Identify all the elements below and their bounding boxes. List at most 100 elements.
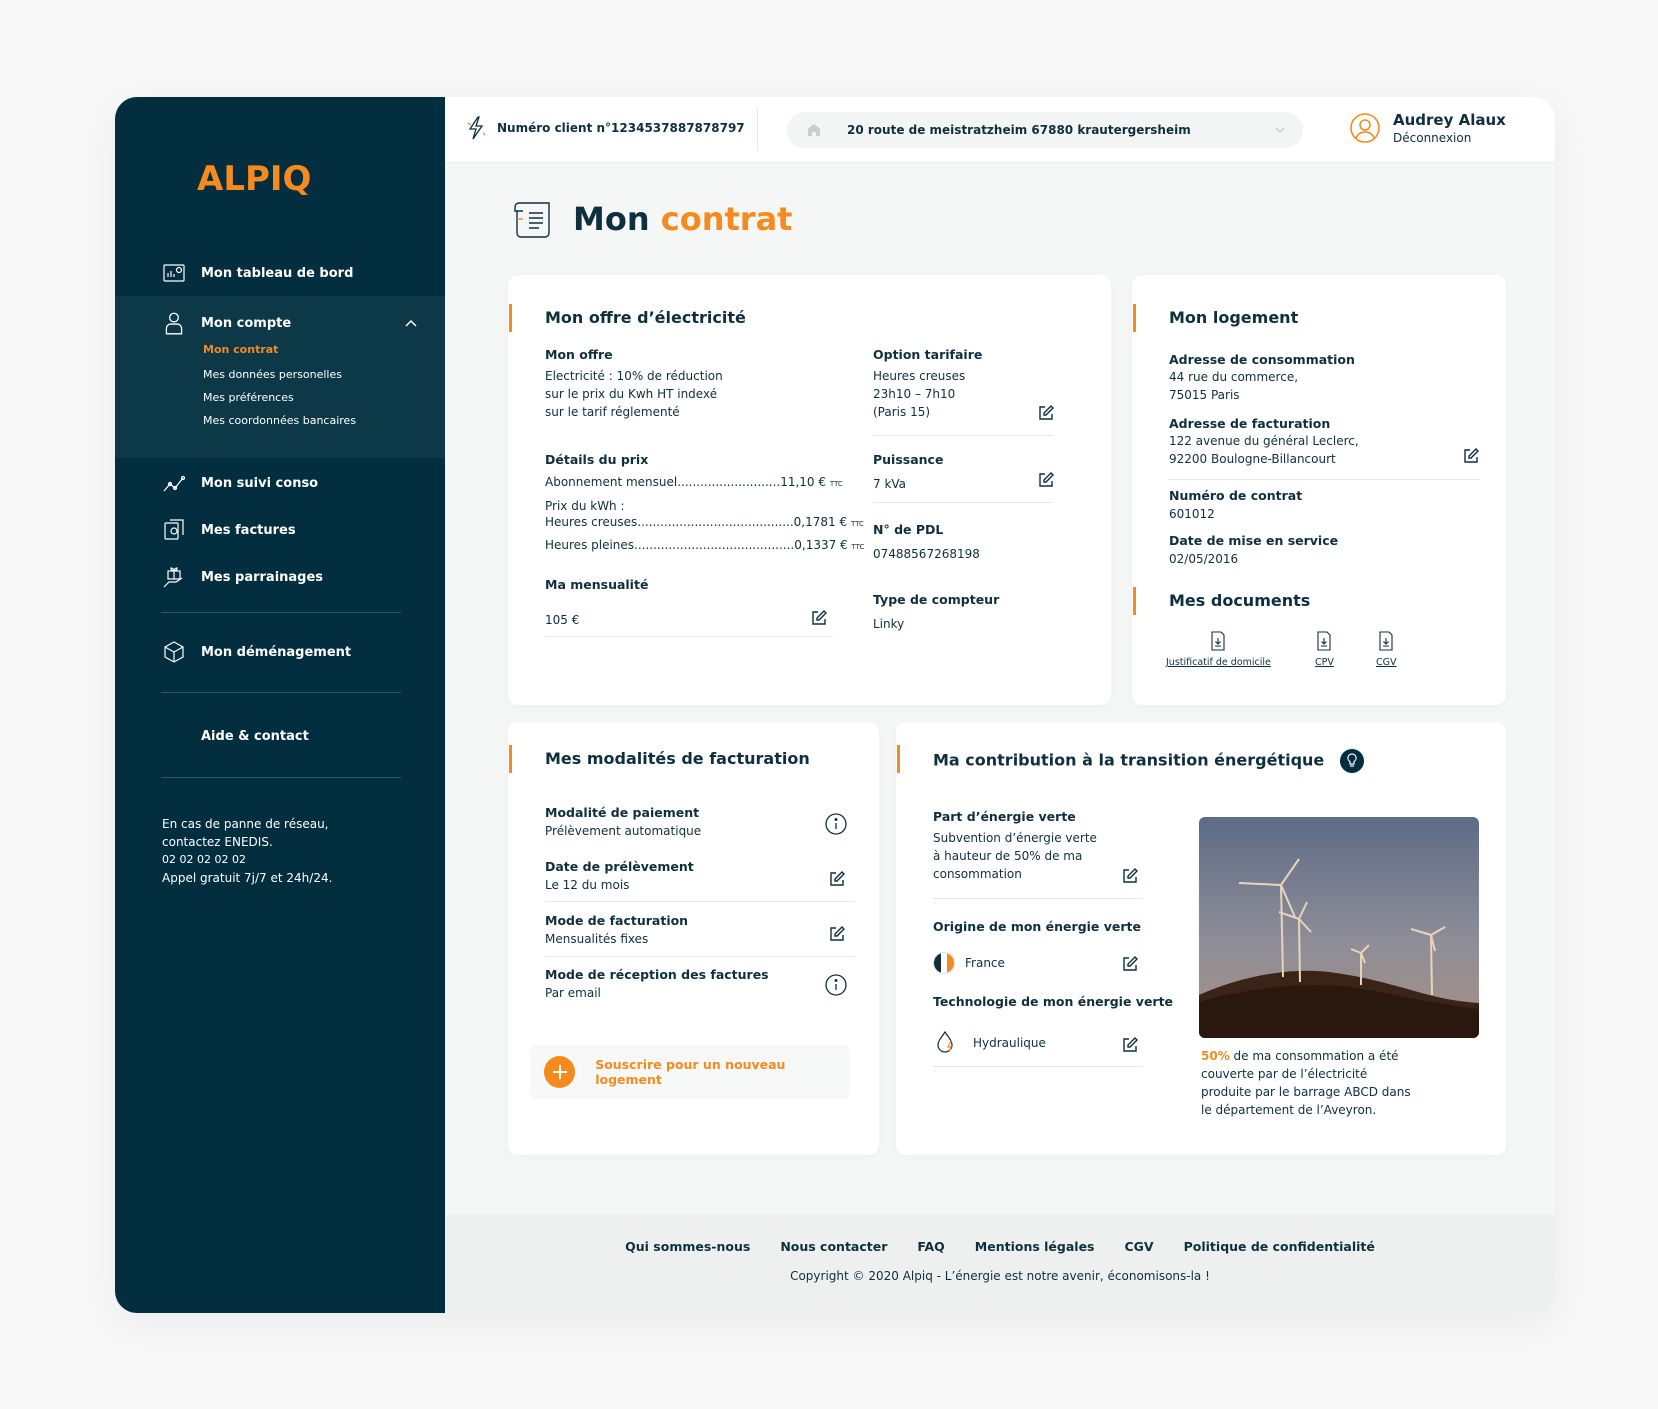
pdl-number: 07488567268198 xyxy=(873,547,980,561)
offer-description: Electricité : 10% de réduction sur le pr… xyxy=(545,369,723,419)
doc-cpv[interactable]: CPV xyxy=(1315,631,1334,668)
energy-technology: Hydraulique xyxy=(933,1029,1046,1057)
peak-price: Heures pleines..........................… xyxy=(545,538,865,552)
debit-date: Le 12 du mois xyxy=(545,878,630,892)
green-energy-share: Subvention d’énergie verte à hauteur de … xyxy=(933,831,1097,881)
gift-icon xyxy=(161,564,187,590)
page-title: Mon contrat xyxy=(573,200,793,238)
billing-address: 122 avenue du général Leclerc, 92200 Bou… xyxy=(1169,434,1359,466)
user-menu: Audrey Alaux Déconnexion xyxy=(1349,111,1506,145)
edit-billing-mode-icon[interactable] xyxy=(828,925,846,943)
sidebar: ALPIQ Mon tableau de bord Mon compte Mon… xyxy=(115,97,445,1313)
monthly-amount: 105 € xyxy=(545,613,580,627)
sidebar-item-account[interactable]: Mon compte xyxy=(161,308,421,338)
documents-title: Mes documents xyxy=(1132,587,1311,615)
document-icon xyxy=(1317,631,1331,651)
enedis-phone[interactable]: 02 02 02 02 02 xyxy=(162,851,402,869)
subscription-price: Abonnement mensuel......................… xyxy=(545,475,843,489)
offer-card: Mon offre d’électricité Mon offre Electr… xyxy=(508,275,1111,705)
account-menu: Mon compte Mon contrat Mes données perso… xyxy=(115,296,445,458)
sidebar-item-help[interactable]: Aide & contact xyxy=(115,716,445,756)
sidebar-item-moving[interactable]: Mon déménagement xyxy=(115,632,445,672)
water-drop-icon xyxy=(937,1030,953,1053)
contribution-statement: 50% de ma consommation a été couverte pa… xyxy=(1201,1049,1411,1117)
sidebar-item-dashboard[interactable]: Mon tableau de bord xyxy=(115,253,445,293)
footer-link-legal[interactable]: Mentions légales xyxy=(975,1239,1095,1254)
sidebar-subitem-bank-details[interactable]: Mes coordonnées bancaires xyxy=(203,414,356,427)
user-icon xyxy=(161,310,187,336)
chart-line-icon xyxy=(161,470,187,496)
address-select[interactable]: 20 route de meistratzheim 67880 krauterg… xyxy=(787,112,1303,148)
contract-number: 601012 xyxy=(1169,507,1215,521)
alpiq-logo[interactable]: ALPIQ xyxy=(197,159,311,199)
power-value: 7 kVa xyxy=(873,477,907,491)
doc-proof-of-address[interactable]: Justificatif de domicile xyxy=(1166,631,1271,668)
info-icon[interactable] xyxy=(825,813,847,835)
wind-turbines-photo xyxy=(1199,817,1479,1038)
footer-link-contact[interactable]: Nous contacter xyxy=(780,1239,887,1254)
dashboard-icon xyxy=(161,260,187,286)
page-header: Mon contrat xyxy=(509,199,792,239)
user-avatar-icon[interactable] xyxy=(1349,112,1381,144)
contribution-card: Ma contribution à la transition énergéti… xyxy=(896,722,1506,1155)
sidebar-item-label: Mes parrainages xyxy=(201,569,324,585)
footer-link-faq[interactable]: FAQ xyxy=(917,1239,944,1254)
edit-power-icon[interactable] xyxy=(1037,471,1055,489)
housing-card-title: Mon logement xyxy=(1132,304,1299,332)
selected-address: 20 route de meistratzheim 67880 krauterg… xyxy=(847,123,1191,137)
housing-card: Mon logement Adresse de consommation 44 … xyxy=(1132,275,1506,705)
sidebar-item-referrals[interactable]: Mes parrainages xyxy=(115,557,445,597)
edit-green-share-icon[interactable] xyxy=(1121,867,1139,885)
logout-link[interactable]: Déconnexion xyxy=(1393,131,1506,145)
sidebar-item-consumption[interactable]: Mon suivi conso xyxy=(115,463,445,503)
invoice-icon xyxy=(161,517,187,543)
edit-tariff-icon[interactable] xyxy=(1037,404,1055,422)
edit-monthly-icon[interactable] xyxy=(810,609,828,627)
main-content: Numéro client n°1234537887878797 20 rout… xyxy=(445,97,1555,1313)
top-bar: Numéro client n°1234537887878797 20 rout… xyxy=(445,97,1555,163)
edit-debit-date-icon[interactable] xyxy=(828,870,846,888)
billing-card: Mes modalités de facturation Modalité de… xyxy=(508,722,879,1155)
sidebar-item-invoices[interactable]: Mes factures xyxy=(115,510,445,550)
client-number: Numéro client n°1234537887878797 xyxy=(465,115,745,141)
billing-mode: Mensualités fixes xyxy=(545,932,649,946)
top-separator xyxy=(757,109,758,151)
contribution-card-title: Ma contribution à la transition énergéti… xyxy=(897,745,1364,773)
doc-cgv[interactable]: CGV xyxy=(1376,631,1397,668)
user-name: Audrey Alaux xyxy=(1393,111,1506,129)
plus-icon xyxy=(544,1056,576,1088)
sidebar-item-label: Mon suivi conso xyxy=(201,475,319,491)
footer-link-privacy[interactable]: Politique de confidentialité xyxy=(1184,1239,1375,1254)
document-icon xyxy=(1379,631,1393,651)
edit-origin-icon[interactable] xyxy=(1121,955,1139,973)
contract-icon xyxy=(514,202,550,238)
sidebar-subitem-contract[interactable]: Mon contrat xyxy=(203,343,278,356)
outage-help-text: En cas de panne de réseau, contactez ENE… xyxy=(162,815,402,887)
off-peak-price: Heures creuses..........................… xyxy=(545,515,864,529)
subscribe-new-home-button[interactable]: Souscrire pour un nouveau logement xyxy=(530,1045,850,1099)
edit-billing-address-icon[interactable] xyxy=(1462,447,1480,465)
chevron-up-icon[interactable] xyxy=(401,313,421,333)
footer-link-about[interactable]: Qui sommes-nous xyxy=(625,1239,750,1254)
sidebar-divider xyxy=(161,612,401,613)
offer-card-title: Mon offre d’électricité xyxy=(509,304,746,332)
app-frame: ALPIQ Mon tableau de bord Mon compte Mon… xyxy=(115,97,1555,1313)
copyright: Copyright © 2020 Alpiq - L’énergie est n… xyxy=(790,1269,1210,1283)
sidebar-divider xyxy=(161,692,401,693)
payment-method: Prélèvement automatique xyxy=(545,824,702,838)
info-icon[interactable] xyxy=(825,974,847,996)
sidebar-item-label: Aide & contact xyxy=(201,728,309,744)
tariff-option: Heures creuses 23h10 – 7h10 (Paris 15) xyxy=(873,369,966,419)
meter-type: Linky xyxy=(873,617,905,631)
footer: Qui sommes-nous Nous contacter FAQ Menti… xyxy=(445,1215,1555,1313)
invoice-reception: Par email xyxy=(545,986,601,1000)
home-icon xyxy=(808,124,820,136)
sidebar-divider xyxy=(161,777,401,778)
sidebar-item-label: Mon déménagement xyxy=(201,644,352,660)
footer-link-cgv[interactable]: CGV xyxy=(1125,1239,1154,1254)
box-icon xyxy=(161,639,187,665)
lightbulb-icon[interactable] xyxy=(1339,749,1364,773)
edit-technology-icon[interactable] xyxy=(1121,1036,1139,1054)
sidebar-subitem-personal-data[interactable]: Mes données personelles xyxy=(203,368,342,381)
sidebar-subitem-preferences[interactable]: Mes préférences xyxy=(203,391,294,404)
